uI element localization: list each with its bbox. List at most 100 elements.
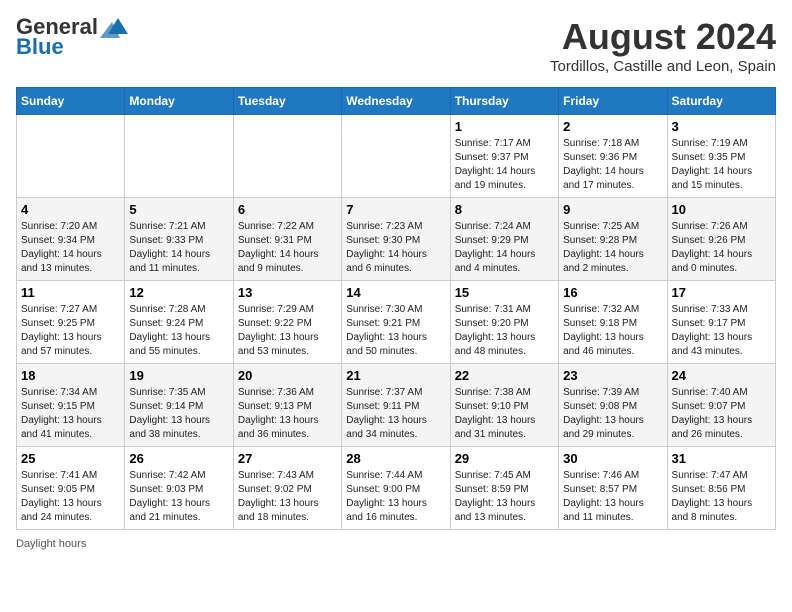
day-info: Sunrise: 7:45 AM Sunset: 8:59 PM Dayligh…: [455, 469, 554, 525]
calendar-cell: 25Sunrise: 7:41 AM Sunset: 9:05 PM Dayli…: [17, 447, 125, 530]
calendar-cell: 13 Sunrise: 7:29 AM Sunset: 9:22 PM Dayli…: [233, 281, 341, 364]
day-info: Sunrise: 7:29 AM Sunset: 9:22 PM Dayligh…: [238, 303, 337, 359]
day-header-tuesday: Tuesday: [233, 88, 341, 115]
day-info: Sunrise: 7:33 AM Sunset: 9:17 PM Dayligh…: [672, 303, 771, 359]
week-row-2: 4Sunrise: 7:20 AM Sunset: 9:34 PM Daylig…: [17, 198, 776, 281]
calendar-cell: 17 Sunrise: 7:33 AM Sunset: 9:17 PM Dayli…: [667, 281, 775, 364]
calendar-cell: 16 Sunrise: 7:32 AM Sunset: 9:18 PM Dayli…: [559, 281, 667, 364]
day-number: 7: [346, 202, 445, 217]
day-number: 20: [238, 368, 337, 383]
day-number: 17: [672, 285, 771, 300]
day-info: Sunrise: 7:39 AM Sunset: 9:08 PM Dayligh…: [563, 386, 662, 442]
calendar-cell: 11 Sunrise: 7:27 AM Sunset: 9:25 PM Dayli…: [17, 281, 125, 364]
day-header-friday: Friday: [559, 88, 667, 115]
day-number: 13: [238, 285, 337, 300]
day-info: Sunrise: 7:43 AM Sunset: 9:02 PM Dayligh…: [238, 469, 337, 525]
day-info: Sunrise: 7:17 AM Sunset: 9:37 PM Dayligh…: [455, 137, 554, 193]
week-row-4: 18 Sunrise: 7:34 AM Sunset: 9:15 PM Dayli…: [17, 364, 776, 447]
day-number: 18: [21, 368, 120, 383]
day-number: 27: [238, 451, 337, 466]
calendar-cell: 26 Sunrise: 7:42 AM Sunset: 9:03 PM Dayli…: [125, 447, 233, 530]
day-info: Sunrise: 7:40 AM Sunset: 9:07 PM Dayligh…: [672, 386, 771, 442]
calendar-cell: 21 Sunrise: 7:37 AM Sunset: 9:11 PM Dayli…: [342, 364, 450, 447]
day-info: Sunrise: 7:35 AM Sunset: 9:14 PM Dayligh…: [129, 386, 228, 442]
day-number: 24: [672, 368, 771, 383]
calendar-cell: 27 Sunrise: 7:43 AM Sunset: 9:02 PM Dayli…: [233, 447, 341, 530]
day-info: Sunrise: 7:22 AM Sunset: 9:31 PM Dayligh…: [238, 220, 337, 276]
calendar-cell: 30Sunrise: 7:46 AM Sunset: 8:57 PM Dayli…: [559, 447, 667, 530]
logo-blue-text: Blue: [16, 36, 64, 58]
day-number: 6: [238, 202, 337, 217]
day-info: Sunrise: 7:26 AM Sunset: 9:26 PM Dayligh…: [672, 220, 771, 276]
calendar-cell: 24 Sunrise: 7:40 AM Sunset: 9:07 PM Dayli…: [667, 364, 775, 447]
day-header-wednesday: Wednesday: [342, 88, 450, 115]
day-number: 11: [21, 285, 120, 300]
calendar-cell: 15 Sunrise: 7:31 AM Sunset: 9:20 PM Dayli…: [450, 281, 558, 364]
calendar-cell: 7Sunrise: 7:23 AM Sunset: 9:30 PM Daylig…: [342, 198, 450, 281]
week-row-3: 11 Sunrise: 7:27 AM Sunset: 9:25 PM Dayli…: [17, 281, 776, 364]
day-info: Sunrise: 7:32 AM Sunset: 9:18 PM Dayligh…: [563, 303, 662, 359]
day-header-thursday: Thursday: [450, 88, 558, 115]
calendar-cell: 12 Sunrise: 7:28 AM Sunset: 9:24 PM Dayli…: [125, 281, 233, 364]
calendar-cell: 22 Sunrise: 7:38 AM Sunset: 9:10 PM Dayli…: [450, 364, 558, 447]
calendar-cell: 3 Sunrise: 7:19 AM Sunset: 9:35 PM Daylig…: [667, 115, 775, 198]
calendar-cell: [342, 115, 450, 198]
day-info: Sunrise: 7:19 AM Sunset: 9:35 PM Dayligh…: [672, 137, 771, 193]
day-number: 25: [21, 451, 120, 466]
day-info: Sunrise: 7:38 AM Sunset: 9:10 PM Dayligh…: [455, 386, 554, 442]
header: General Blue August 2024 Tordillos, Cast…: [16, 16, 776, 75]
calendar-cell: 29 Sunrise: 7:45 AM Sunset: 8:59 PM Dayli…: [450, 447, 558, 530]
day-number: 31: [672, 451, 771, 466]
day-number: 21: [346, 368, 445, 383]
calendar-cell: 18 Sunrise: 7:34 AM Sunset: 9:15 PM Dayli…: [17, 364, 125, 447]
day-info: Sunrise: 7:24 AM Sunset: 9:29 PM Dayligh…: [455, 220, 554, 276]
day-info: Sunrise: 7:47 AM Sunset: 8:56 PM Dayligh…: [672, 469, 771, 525]
day-number: 15: [455, 285, 554, 300]
day-info: Sunrise: 7:18 AM Sunset: 9:36 PM Dayligh…: [563, 137, 662, 193]
day-number: 22: [455, 368, 554, 383]
day-number: 19: [129, 368, 228, 383]
day-header-sunday: Sunday: [17, 88, 125, 115]
day-number: 26: [129, 451, 228, 466]
day-info: Sunrise: 7:34 AM Sunset: 9:15 PM Dayligh…: [21, 386, 120, 442]
calendar-cell: 8Sunrise: 7:24 AM Sunset: 9:29 PM Daylig…: [450, 198, 558, 281]
logo: General Blue: [16, 16, 128, 58]
day-info: Sunrise: 7:31 AM Sunset: 9:20 PM Dayligh…: [455, 303, 554, 359]
day-number: 3: [672, 119, 771, 134]
day-info: Sunrise: 7:20 AM Sunset: 9:34 PM Dayligh…: [21, 220, 120, 276]
day-info: Sunrise: 7:42 AM Sunset: 9:03 PM Dayligh…: [129, 469, 228, 525]
day-number: 2: [563, 119, 662, 134]
month-title: August 2024: [550, 16, 776, 58]
calendar-cell: 2 Sunrise: 7:18 AM Sunset: 9:36 PM Daylig…: [559, 115, 667, 198]
day-number: 28: [346, 451, 445, 466]
calendar-cell: 4Sunrise: 7:20 AM Sunset: 9:34 PM Daylig…: [17, 198, 125, 281]
week-row-5: 25Sunrise: 7:41 AM Sunset: 9:05 PM Dayli…: [17, 447, 776, 530]
calendar-cell: 1Sunrise: 7:17 AM Sunset: 9:37 PM Daylig…: [450, 115, 558, 198]
footer-note: Daylight hours: [16, 538, 776, 550]
day-info: Sunrise: 7:21 AM Sunset: 9:33 PM Dayligh…: [129, 220, 228, 276]
day-number: 30: [563, 451, 662, 466]
calendar-cell: [233, 115, 341, 198]
day-number: 16: [563, 285, 662, 300]
day-number: 5: [129, 202, 228, 217]
day-header-saturday: Saturday: [667, 88, 775, 115]
day-info: Sunrise: 7:27 AM Sunset: 9:25 PM Dayligh…: [21, 303, 120, 359]
location-title: Tordillos, Castille and Leon, Spain: [550, 58, 776, 75]
calendar-cell: 20Sunrise: 7:36 AM Sunset: 9:13 PM Dayli…: [233, 364, 341, 447]
title-block: August 2024 Tordillos, Castille and Leon…: [550, 16, 776, 75]
calendar-cell: 14Sunrise: 7:30 AM Sunset: 9:21 PM Dayli…: [342, 281, 450, 364]
day-header-monday: Monday: [125, 88, 233, 115]
day-info: Sunrise: 7:44 AM Sunset: 9:00 PM Dayligh…: [346, 469, 445, 525]
day-number: 29: [455, 451, 554, 466]
day-info: Sunrise: 7:28 AM Sunset: 9:24 PM Dayligh…: [129, 303, 228, 359]
day-info: Sunrise: 7:30 AM Sunset: 9:21 PM Dayligh…: [346, 303, 445, 359]
day-number: 12: [129, 285, 228, 300]
calendar-cell: 6 Sunrise: 7:22 AM Sunset: 9:31 PM Daylig…: [233, 198, 341, 281]
day-info: Sunrise: 7:25 AM Sunset: 9:28 PM Dayligh…: [563, 220, 662, 276]
day-info: Sunrise: 7:37 AM Sunset: 9:11 PM Dayligh…: [346, 386, 445, 442]
calendar-cell: 10Sunrise: 7:26 AM Sunset: 9:26 PM Dayli…: [667, 198, 775, 281]
calendar-cell: 5 Sunrise: 7:21 AM Sunset: 9:33 PM Daylig…: [125, 198, 233, 281]
day-number: 9: [563, 202, 662, 217]
calendar-cell: [125, 115, 233, 198]
calendar-cell: 19 Sunrise: 7:35 AM Sunset: 9:14 PM Dayli…: [125, 364, 233, 447]
